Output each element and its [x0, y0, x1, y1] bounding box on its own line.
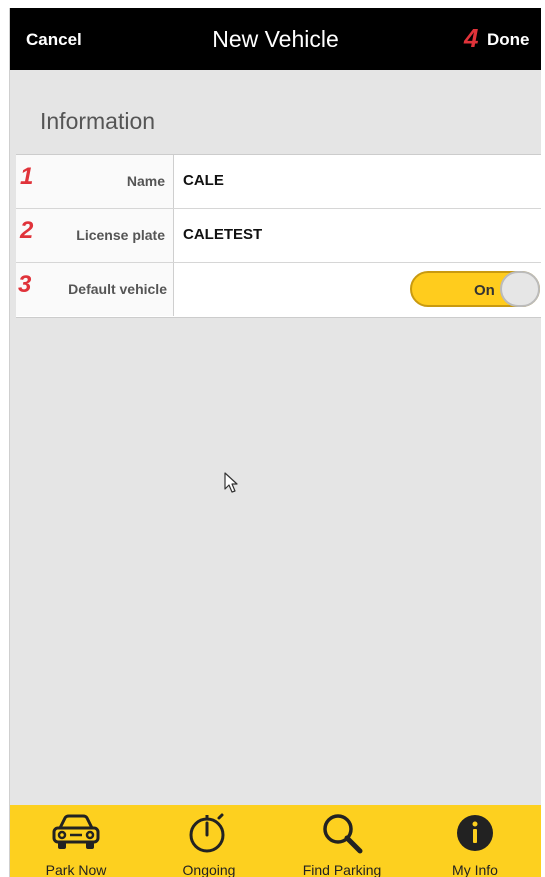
default-vehicle-label: Default vehicle: [68, 281, 167, 297]
name-label: Name: [126, 173, 165, 189]
default-vehicle-label-cell: 3 Default vehicle: [16, 263, 174, 316]
license-plate-label: License plate: [76, 227, 165, 243]
toggle-knob[interactable]: [500, 271, 540, 307]
info-icon: [457, 815, 493, 851]
app-screen: Cancel New Vehicle 4 Done Information 1 …: [9, 8, 541, 877]
annotation-marker-1: 1: [20, 163, 34, 190]
nav-park-now[interactable]: Park Now: [10, 805, 142, 877]
nav-ongoing[interactable]: Ongoing: [143, 805, 275, 877]
nav-label: My Info: [452, 862, 498, 877]
page-title: New Vehicle: [212, 26, 339, 52]
default-vehicle-row: 3 Default vehicle On: [16, 263, 541, 316]
name-row[interactable]: 1 Name CALE: [16, 155, 541, 209]
toggle-state-label: On: [474, 282, 495, 299]
mouse-cursor-icon: [224, 472, 238, 493]
default-vehicle-toggle[interactable]: On: [410, 271, 540, 307]
search-icon: [323, 814, 363, 854]
name-label-cell: 1 Name: [16, 155, 174, 208]
vehicle-form: 1 Name CALE 2 License plate CALETEST 3 D…: [16, 154, 541, 318]
nav-label: Find Parking: [302, 862, 382, 877]
bottom-nav: Park Now Ongoing Find Parking My Info: [10, 805, 541, 877]
nav-find-parking[interactable]: Find Parking: [276, 805, 408, 877]
done-button[interactable]: Done: [487, 30, 530, 50]
nav-label: Park Now: [45, 862, 107, 877]
license-plate-label-cell: 2 License plate: [16, 209, 174, 262]
section-title: Information: [40, 108, 156, 134]
name-field[interactable]: CALE: [183, 172, 224, 189]
annotation-marker-4: 4: [464, 23, 479, 53]
license-plate-row[interactable]: 2 License plate CALETEST: [16, 209, 541, 263]
nav-label: Ongoing: [182, 862, 236, 877]
top-bar: Cancel New Vehicle 4 Done: [10, 8, 541, 70]
stopwatch-icon: [189, 813, 225, 853]
annotation-marker-2: 2: [20, 217, 34, 244]
annotation-marker-3: 3: [18, 271, 32, 298]
license-plate-field[interactable]: CALETEST: [183, 226, 262, 243]
nav-my-info[interactable]: My Info: [409, 805, 541, 877]
car-icon: [52, 814, 100, 849]
